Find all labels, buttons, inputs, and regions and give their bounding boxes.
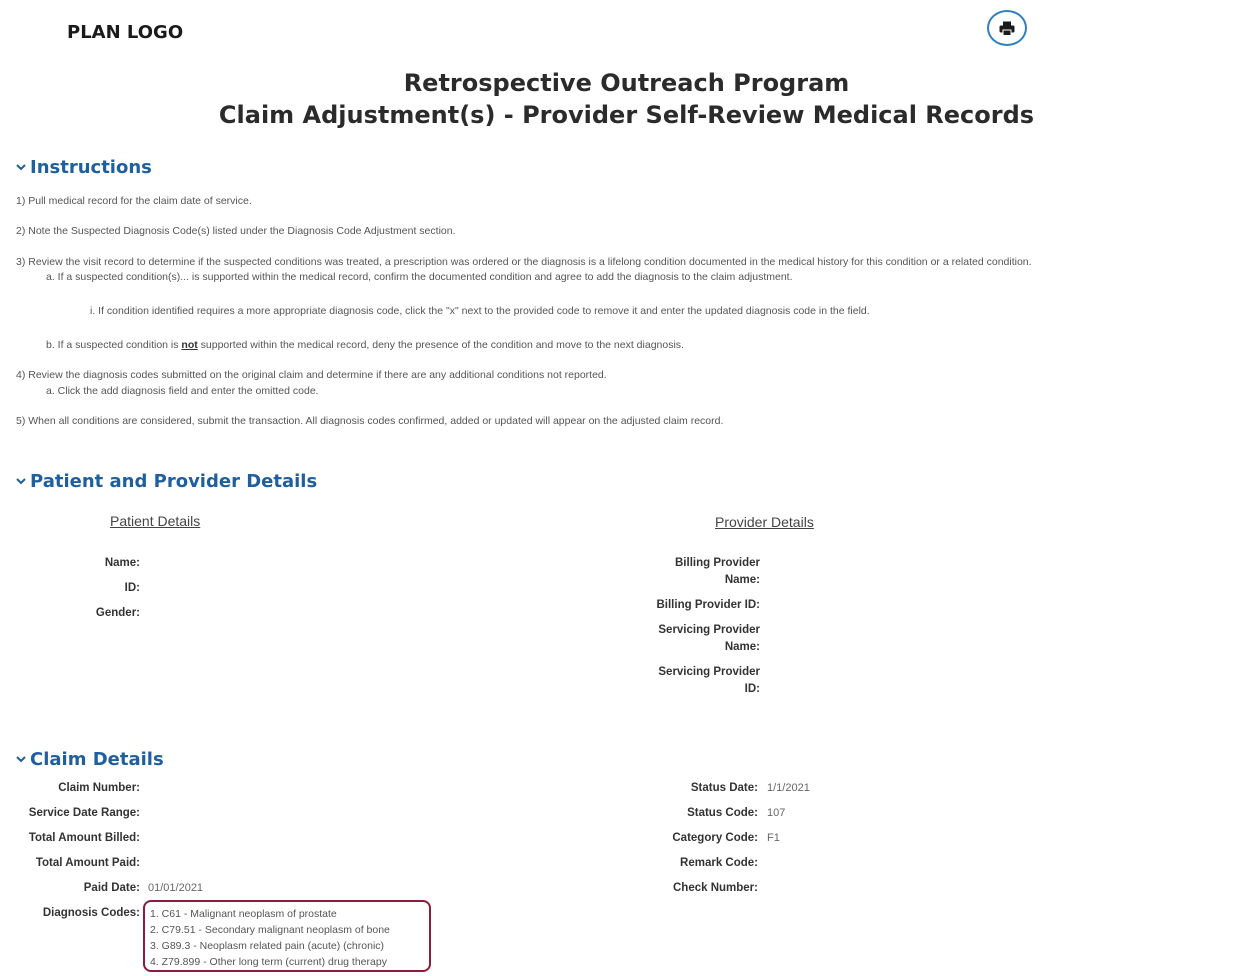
servicing-provider-name-label-line1: Servicing Provider bbox=[658, 624, 760, 636]
instruction-step-3a: a. If a suspected condition(s)... is sup… bbox=[46, 271, 793, 283]
remark-code-label: Remark Code: bbox=[680, 857, 758, 869]
status-code-label: Status Code: bbox=[687, 807, 758, 819]
claim-details-heading: Claim Details bbox=[30, 749, 164, 770]
claim-number-label: Claim Number: bbox=[58, 782, 140, 794]
instruction-step-3b-post: supported within the medical record, den… bbox=[197, 339, 684, 351]
patient-provider-heading: Patient and Provider Details bbox=[30, 471, 318, 492]
instruction-step-1: 1) Pull medical record for the claim dat… bbox=[16, 195, 252, 207]
printer-icon bbox=[999, 21, 1015, 36]
instruction-step-4a: a. Click the add diagnosis field and ent… bbox=[46, 385, 319, 397]
instructions-heading: Instructions bbox=[30, 157, 152, 178]
instruction-step-3: 3) Review the visit record to determine … bbox=[16, 256, 1032, 268]
status-date-label: Status Date: bbox=[690, 782, 758, 794]
category-code-value: F1 bbox=[767, 832, 780, 844]
billing-provider-name-label-line1: Billing Provider bbox=[675, 557, 760, 569]
instruction-step-3a-i: i. If condition identified requires a mo… bbox=[90, 305, 870, 317]
instructions-section-toggle[interactable]: Instructions bbox=[14, 157, 152, 178]
diagnosis-code-item: 4. Z79.899 - Other long term (current) d… bbox=[150, 956, 387, 968]
total-amount-paid-label: Total Amount Paid: bbox=[35, 857, 140, 869]
billing-provider-name-label-line2: Name: bbox=[724, 574, 760, 586]
claim-details-section-toggle[interactable]: Claim Details bbox=[14, 749, 164, 770]
servicing-provider-id-label: Servicing Provider ID: bbox=[600, 664, 760, 698]
category-code-label: Category Code: bbox=[672, 832, 758, 844]
diagnosis-code-item: 1. C61 - Malignant neoplasm of prostate bbox=[150, 908, 337, 920]
chevron-down-icon bbox=[14, 478, 28, 485]
total-amount-billed-label: Total Amount Billed: bbox=[28, 832, 140, 844]
check-number-label: Check Number: bbox=[673, 882, 758, 894]
service-date-range-label: Service Date Range: bbox=[28, 807, 140, 819]
print-button[interactable] bbox=[987, 10, 1027, 46]
instruction-step-4: 4) Review the diagnosis codes submitted … bbox=[16, 369, 607, 381]
servicing-provider-id-label-line2: ID: bbox=[744, 683, 760, 695]
servicing-provider-name-label-line2: Name: bbox=[724, 641, 760, 653]
status-code-value: 107 bbox=[767, 807, 786, 819]
chevron-down-icon bbox=[14, 756, 28, 763]
patient-details-heading: Patient Details bbox=[110, 513, 201, 529]
provider-details-heading: Provider Details bbox=[715, 514, 814, 530]
patient-id-label: ID: bbox=[124, 582, 140, 594]
diagnosis-codes-list: 1. C61 - Malignant neoplasm of prostate … bbox=[143, 900, 431, 972]
chevron-down-icon bbox=[14, 164, 28, 171]
page-subtitle: Claim Adjustment(s) - Provider Self-Revi… bbox=[218, 101, 1035, 129]
page-title: Retrospective Outreach Program bbox=[403, 69, 850, 97]
servicing-provider-id-label-line1: Servicing Provider bbox=[658, 666, 760, 678]
diagnosis-code-item: 2. C79.51 - Secondary malignant neoplasm… bbox=[150, 924, 390, 936]
patient-gender-label: Gender: bbox=[95, 607, 140, 619]
status-date-value: 1/1/2021 bbox=[767, 782, 810, 794]
diagnosis-code-item: 3. G89.3 - Neoplasm related pain (acute)… bbox=[150, 940, 385, 952]
patient-provider-section-toggle[interactable]: Patient and Provider Details bbox=[14, 471, 317, 492]
instruction-step-3b: b. If a suspected condition is not suppo… bbox=[46, 339, 684, 351]
paid-date-value: 01/01/2021 bbox=[148, 882, 204, 894]
plan-logo: PLAN LOGO bbox=[67, 22, 184, 43]
diagnosis-codes-label: Diagnosis Codes: bbox=[42, 907, 140, 919]
instruction-step-5: 5) When all conditions are considered, s… bbox=[16, 415, 724, 427]
billing-provider-name-label: Billing Provider Name: bbox=[600, 555, 760, 589]
instruction-step-3b-pre: b. If a suspected condition is bbox=[46, 339, 182, 351]
instruction-step-3b-emphasis: not bbox=[181, 339, 198, 351]
billing-provider-id-label: Billing Provider ID: bbox=[656, 599, 760, 611]
instruction-step-2: 2) Note the Suspected Diagnosis Code(s) … bbox=[16, 225, 456, 237]
servicing-provider-name-label: Servicing Provider Name: bbox=[600, 622, 760, 656]
patient-name-label: Name: bbox=[104, 557, 140, 569]
paid-date-label: Paid Date: bbox=[83, 882, 140, 894]
